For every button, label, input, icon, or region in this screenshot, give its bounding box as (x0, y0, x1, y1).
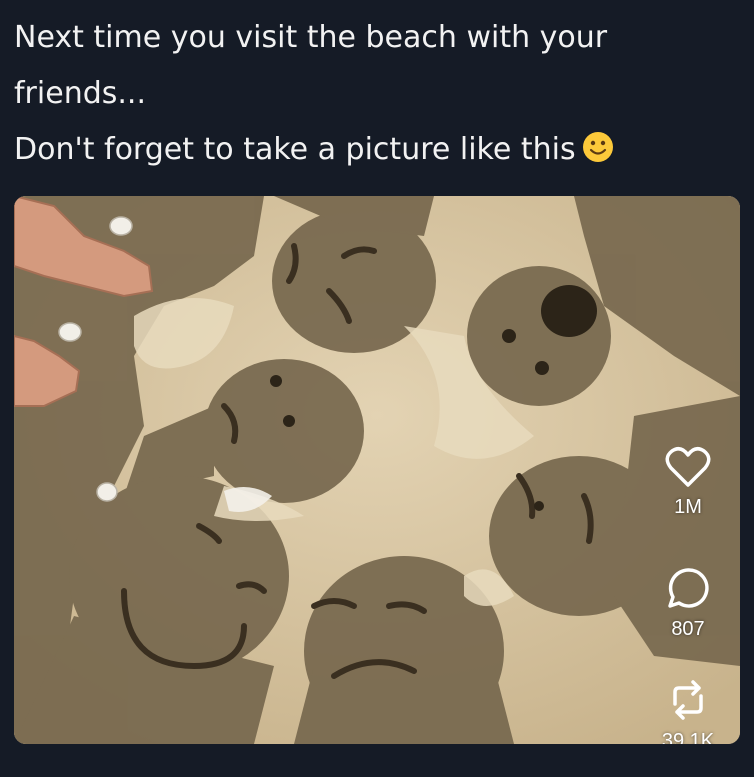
repost-icon[interactable] (665, 678, 711, 722)
beach-shadow-faces-image (14, 196, 740, 744)
caption-line-3-text: Don't forget to take a picture like this (14, 132, 576, 167)
like-count: 1M (674, 496, 702, 518)
caption-line-1: Next time you visit the beach with your (14, 20, 608, 55)
comment-bubble-icon[interactable] (665, 566, 711, 610)
caption-line-3: Don't forget to take a picture like this (14, 122, 734, 178)
smile-emoji-icon (582, 132, 613, 162)
repost-action[interactable]: 39.1K (656, 678, 720, 744)
post-caption: Next time you visit the beach with your … (14, 10, 734, 178)
caption-line-2: friends... (14, 76, 146, 111)
repost-count: 39.1K (661, 730, 715, 744)
post-action-bar: 1M 807 39.1K (656, 446, 720, 744)
comment-action[interactable]: 807 (656, 566, 720, 641)
heart-icon[interactable] (665, 446, 711, 488)
post-photo[interactable]: 1M 807 39.1K (14, 196, 740, 744)
comment-count: 807 (671, 618, 705, 640)
like-action[interactable]: 1M (656, 446, 720, 519)
